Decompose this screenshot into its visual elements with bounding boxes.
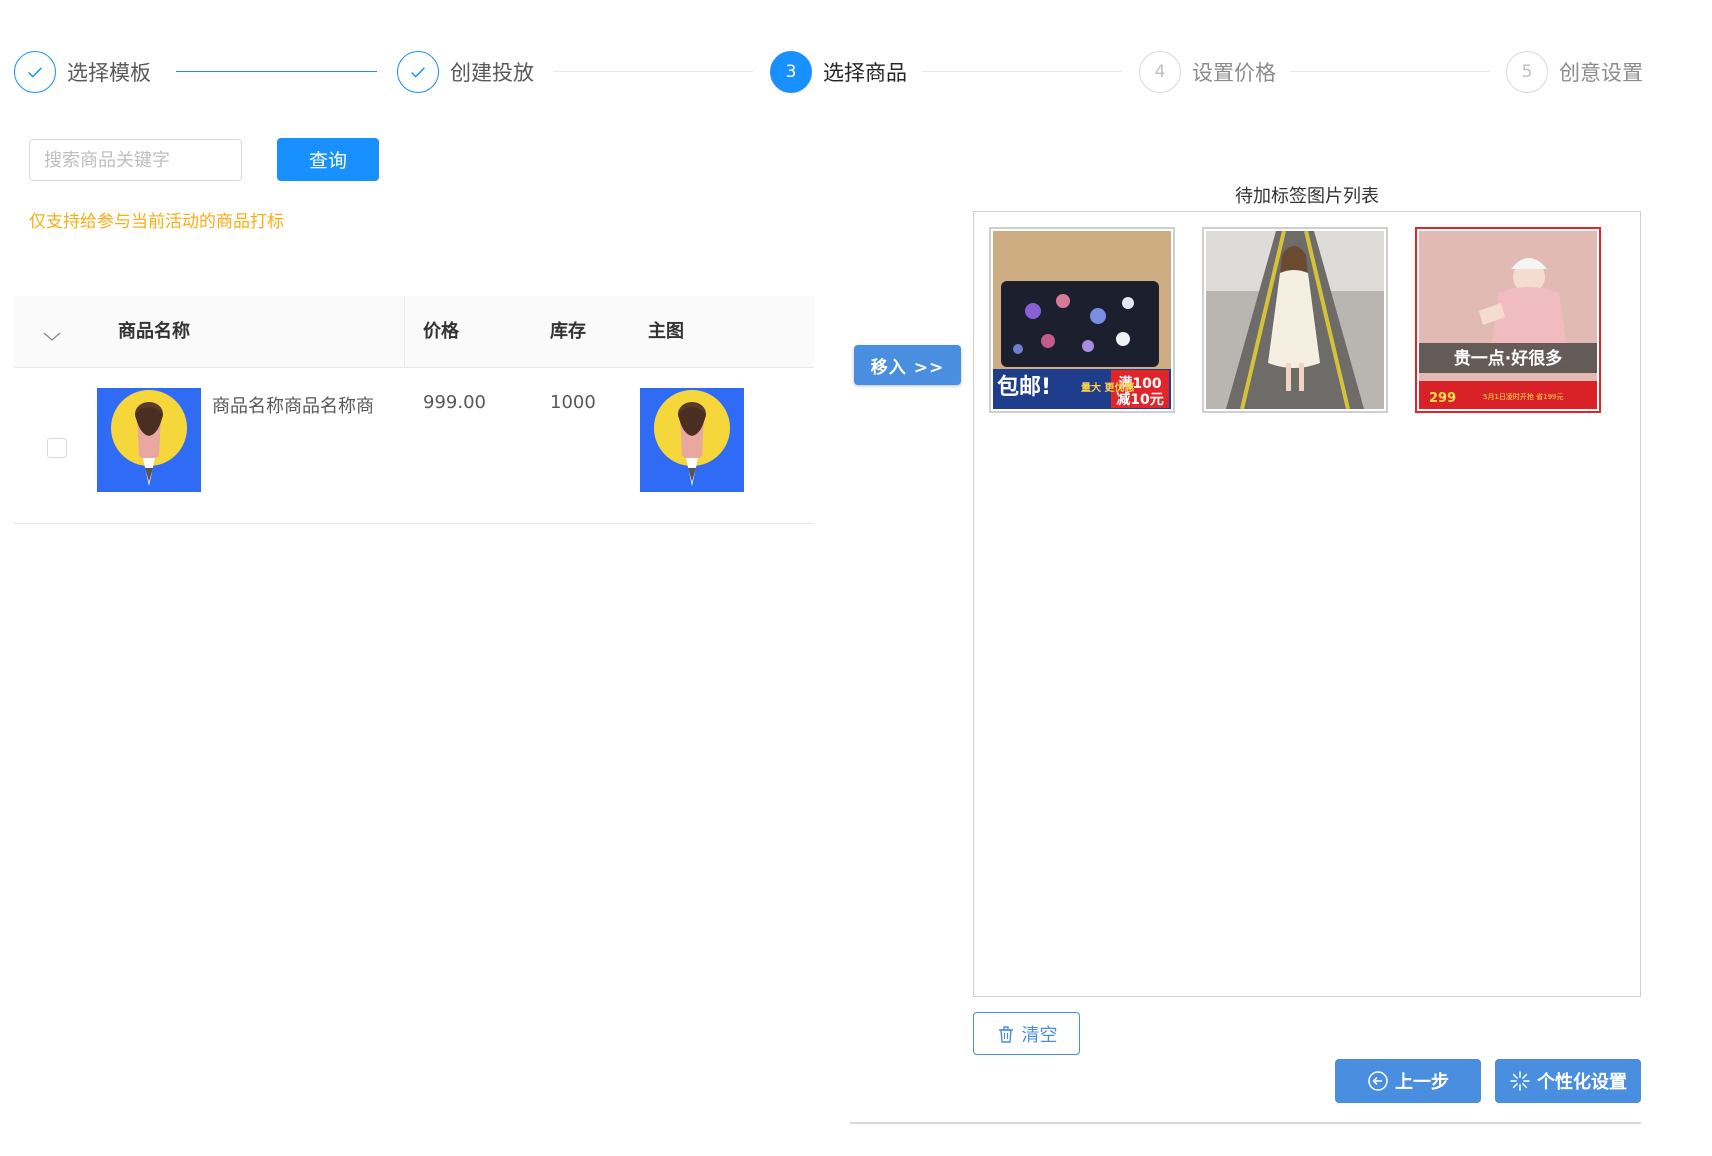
- activity-tip: 仅支持给参与当前活动的商品打标: [29, 212, 284, 232]
- step-2[interactable]: 创建投放: [397, 50, 534, 94]
- pending-image-3-price: 299: [1429, 391, 1456, 406]
- header-name[interactable]: 商品名称: [118, 296, 190, 368]
- search-input[interactable]: [29, 139, 242, 181]
- query-button[interactable]: 查询: [277, 138, 379, 181]
- steps-bar: 选择模板 创建投放 3 选择商品 4 设置价格 5 创意设置: [14, 50, 1644, 94]
- pending-image-1-text: 包邮!: [997, 374, 1051, 400]
- product-name: 商品名称商品名称商: [212, 396, 374, 417]
- step-1-title: 选择模板: [67, 61, 151, 85]
- pending-image-2[interactable]: [1202, 227, 1388, 413]
- step-connector-3: [922, 71, 1122, 72]
- check-icon: [397, 51, 439, 93]
- pending-image-3-text: 贵一点·好很多: [1454, 348, 1562, 369]
- prev-button-label: 上一步: [1395, 1072, 1449, 1093]
- header-stock[interactable]: 库存: [550, 296, 586, 368]
- product-table: 商品名称 价格 库存 主图 商品名称商品名称商 999.00 1000: [14, 296, 814, 524]
- pending-image-list: 包邮! 满100 减10元 量大 更优惠 贵一点·好很多 299 5月1日凌时开…: [973, 211, 1641, 997]
- chevron-down-icon[interactable]: [42, 326, 62, 346]
- step-3-number: 3: [770, 51, 812, 93]
- step-connector-2: [553, 71, 753, 72]
- step-2-title: 创建投放: [450, 61, 534, 85]
- sparkle-icon: [1510, 1071, 1530, 1091]
- step-4-number: 4: [1139, 51, 1181, 93]
- trash-icon: [998, 1025, 1013, 1043]
- step-connector-1: [176, 71, 377, 72]
- step-5-title: 创意设置: [1559, 61, 1643, 85]
- row-checkbox[interactable]: [47, 438, 67, 458]
- personalize-button[interactable]: 个性化设置: [1495, 1059, 1641, 1103]
- pending-image-3[interactable]: 贵一点·好很多 299 5月1日凌时开抢 省199元: [1415, 227, 1601, 413]
- personalize-button-label: 个性化设置: [1537, 1072, 1627, 1093]
- prev-step-button[interactable]: 上一步: [1335, 1059, 1481, 1103]
- step-connector-4: [1290, 71, 1490, 72]
- pending-image-3-note: 5月1日凌时开抢 省199元: [1483, 392, 1564, 401]
- step-3[interactable]: 3 选择商品: [770, 50, 907, 94]
- step-5-number: 5: [1506, 51, 1548, 93]
- arrow-left-circle-icon: [1368, 1071, 1388, 1091]
- clear-button[interactable]: 清空: [973, 1012, 1080, 1055]
- table-row[interactable]: 商品名称商品名称商 999.00 1000: [14, 368, 814, 524]
- step-3-title: 选择商品: [823, 61, 907, 85]
- header-price[interactable]: 价格: [423, 296, 459, 368]
- product-price: 999.00: [423, 392, 486, 413]
- move-in-button[interactable]: 移入 >>: [854, 345, 961, 385]
- bottom-divider: [850, 1122, 1641, 1124]
- pending-list-title: 待加标签图片列表: [1235, 186, 1379, 207]
- header-image[interactable]: 主图: [648, 296, 684, 368]
- step-1[interactable]: 选择模板: [14, 50, 151, 94]
- product-main-image: [640, 388, 744, 492]
- product-thumbnail: [97, 388, 201, 492]
- clear-button-label: 清空: [1021, 1024, 1058, 1046]
- check-icon: [14, 51, 56, 93]
- product-stock: 1000: [550, 392, 596, 413]
- step-4-title: 设置价格: [1192, 61, 1276, 85]
- step-4[interactable]: 4 设置价格: [1139, 50, 1276, 94]
- pending-image-1[interactable]: 包邮! 满100 减10元 量大 更优惠: [989, 227, 1175, 413]
- pending-image-1-badge-small: 量大 更优惠: [1081, 381, 1134, 394]
- column-divider: [404, 296, 405, 368]
- table-header: 商品名称 价格 库存 主图: [14, 296, 814, 368]
- step-5[interactable]: 5 创意设置: [1506, 50, 1643, 94]
